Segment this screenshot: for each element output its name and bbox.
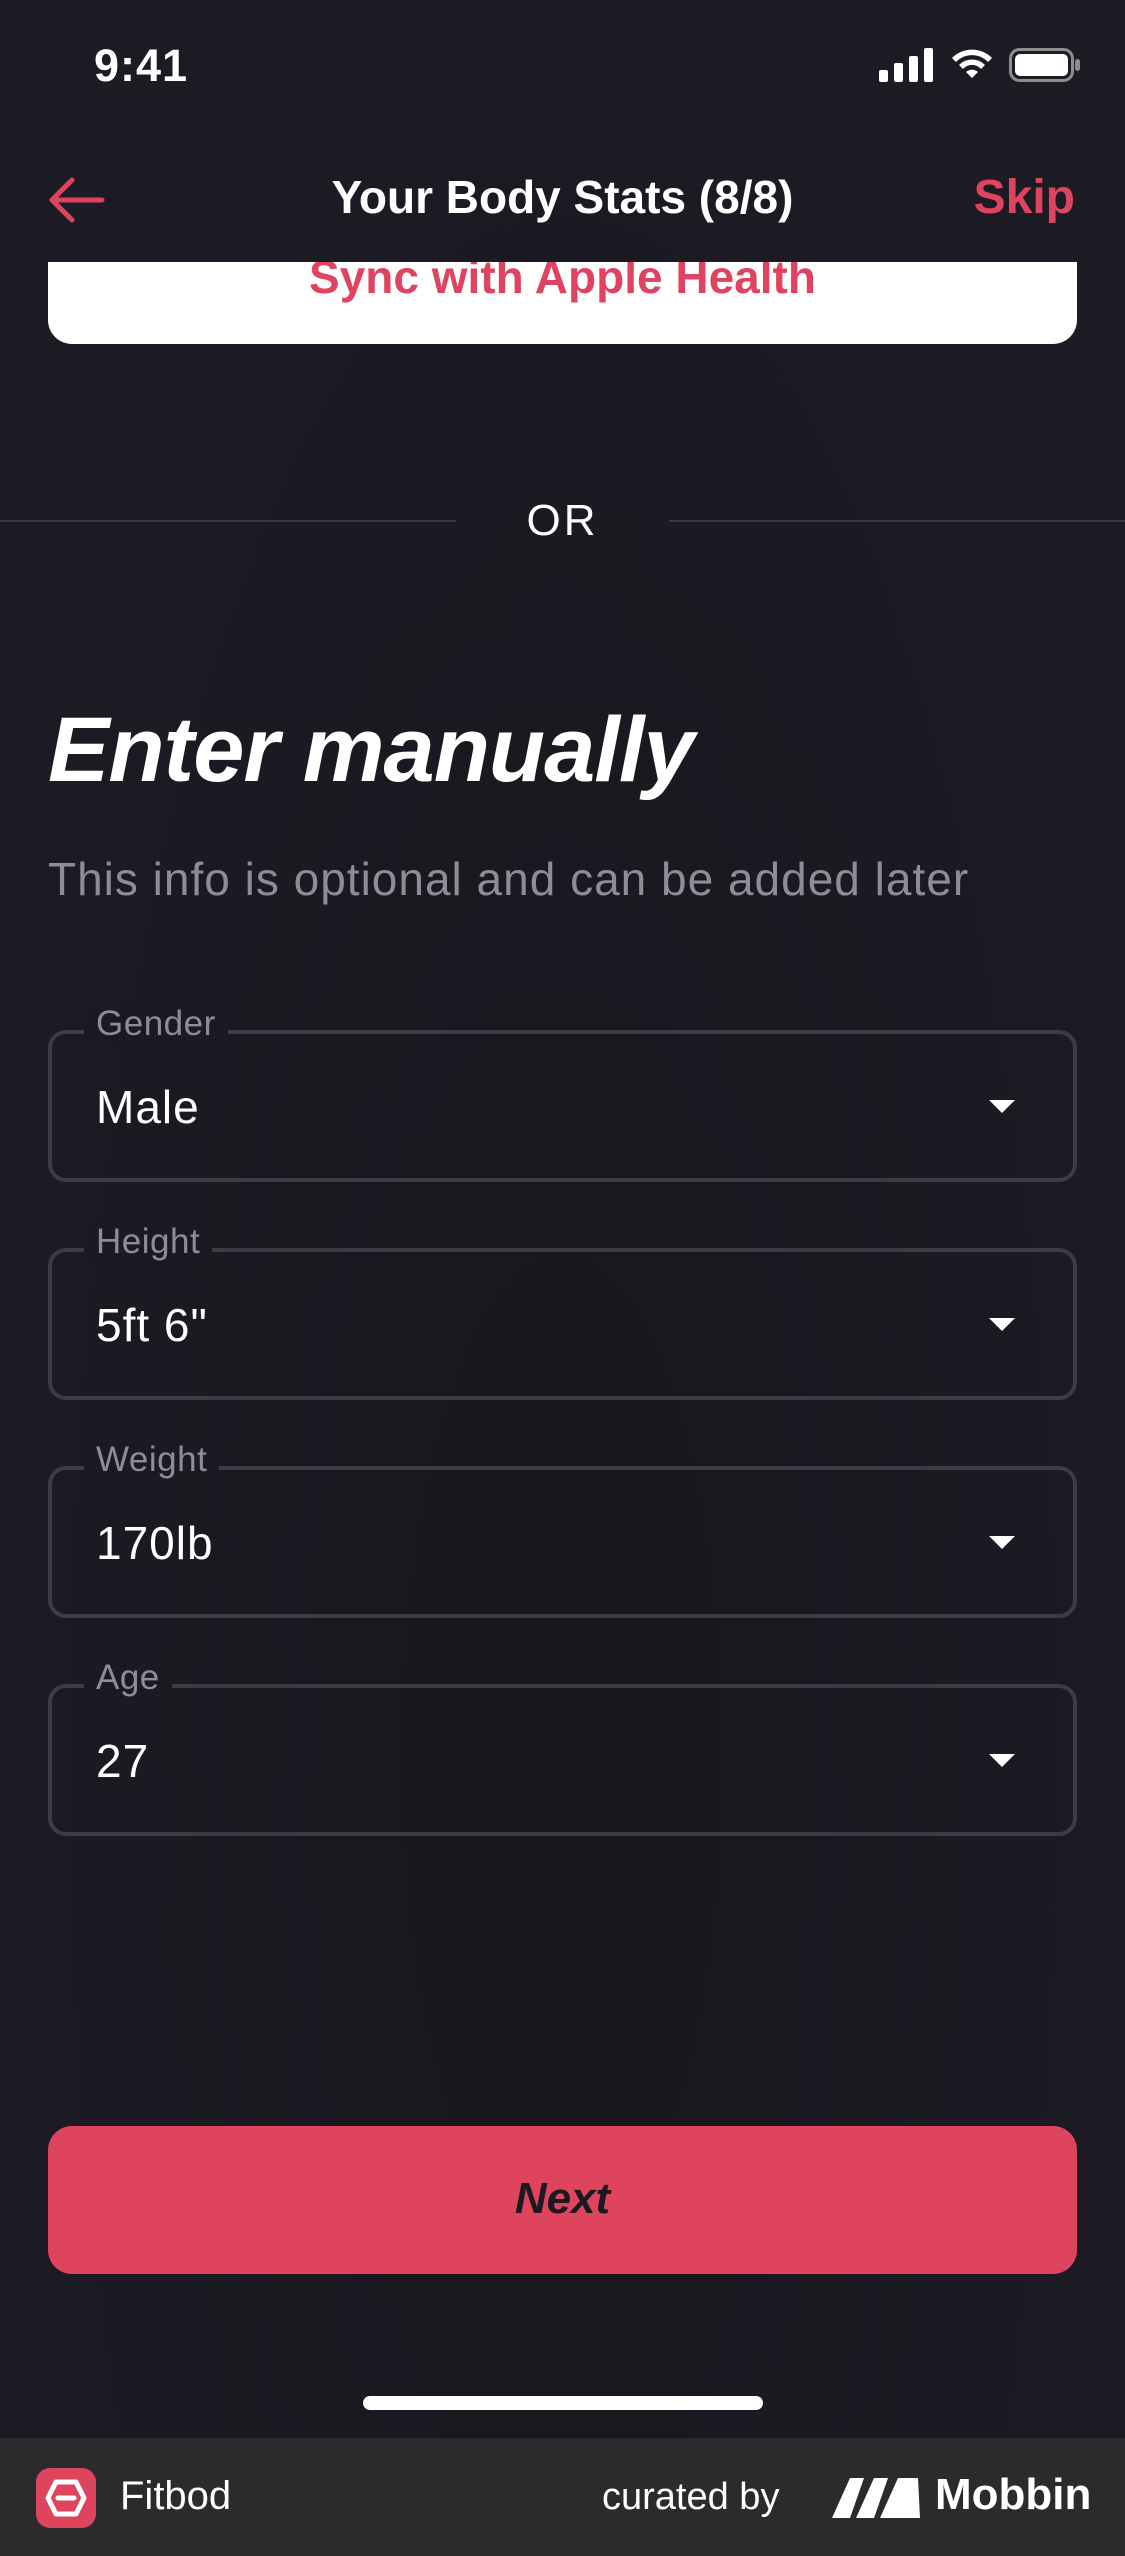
- status-bar: 9:41: [0, 0, 1125, 140]
- sync-apple-health-button[interactable]: Sync with Apple Health: [48, 262, 1077, 344]
- fitbod-logo-icon: [36, 2468, 96, 2528]
- gender-label: Gender: [84, 1004, 228, 1044]
- cellular-signal-icon: [879, 48, 933, 82]
- caret-down-icon: [989, 1318, 1015, 1331]
- gender-value: Male: [96, 1081, 200, 1133]
- wifi-icon: [952, 49, 992, 78]
- skip-button[interactable]: Skip: [974, 170, 1075, 225]
- height-value: 5ft 6": [96, 1299, 208, 1351]
- app-name: Fitbod: [120, 2474, 232, 2518]
- footer-bar: Fitbod curated by Mobbin: [0, 2438, 1125, 2556]
- app-screen: 9:41 Your Body Stats (8/8) Skip Sync wit…: [0, 0, 1125, 2438]
- section-subheading: This info is optional and can be added l…: [48, 853, 970, 905]
- battery-icon: [1009, 48, 1080, 82]
- age-value: 27: [96, 1735, 150, 1787]
- age-dropdown[interactable]: Age 27: [48, 1658, 1077, 1836]
- caret-down-icon: [989, 1754, 1015, 1767]
- or-divider: OR: [0, 490, 1125, 550]
- age-label: Age: [84, 1658, 172, 1698]
- mobbin-logo-icon: [832, 2478, 920, 2518]
- curated-by-label: curated by: [602, 2476, 780, 2518]
- page-title: Your Body Stats (8/8): [331, 171, 794, 223]
- divider-line-right: [669, 520, 1125, 522]
- home-indicator[interactable]: [363, 2396, 763, 2410]
- caret-down-icon: [989, 1100, 1015, 1113]
- mobbin-brand-name: Mobbin: [935, 2470, 1092, 2519]
- status-time: 9:41: [94, 40, 189, 91]
- next-button-label: Next: [514, 2174, 611, 2223]
- height-dropdown[interactable]: Height 5ft 6": [48, 1222, 1077, 1400]
- content-scroll-area[interactable]: Sync with Apple Health OR Enter manually…: [0, 262, 1125, 2438]
- gender-dropdown[interactable]: Gender Male: [48, 1004, 1077, 1182]
- weight-value: 170lb: [96, 1517, 214, 1569]
- weight-dropdown[interactable]: Weight 170lb: [48, 1440, 1077, 1618]
- caret-down-icon: [989, 1536, 1015, 1549]
- fitbod-mark-icon: [45, 2479, 87, 2517]
- sync-apple-health-label: Sync with Apple Health: [309, 262, 816, 303]
- status-icons: [879, 48, 1081, 82]
- next-button[interactable]: Next: [48, 2126, 1077, 2274]
- height-label: Height: [84, 1222, 213, 1262]
- navigation-bar: Your Body Stats (8/8) Skip: [0, 140, 1125, 260]
- section-heading: Enter manually: [48, 699, 695, 801]
- weight-label: Weight: [84, 1440, 220, 1480]
